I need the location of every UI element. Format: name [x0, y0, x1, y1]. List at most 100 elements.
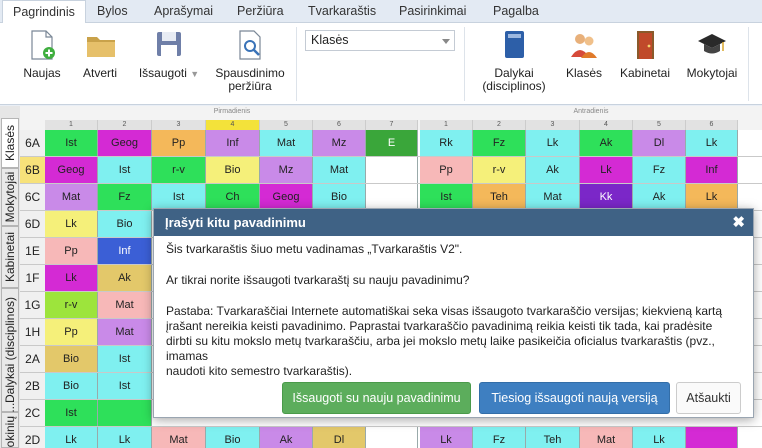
classes-button[interactable]: Klasės [563, 29, 605, 80]
lesson-card[interactable]: Lk [526, 130, 580, 156]
print-preview-button[interactable]: Spausdinimo peržiūra [213, 29, 287, 93]
menu-tab-help[interactable]: Pagalba [483, 0, 549, 23]
view-select[interactable]: Klasės [305, 30, 455, 51]
lesson-card[interactable]: Pp [45, 319, 98, 345]
lesson-card[interactable]: Ch [206, 184, 260, 210]
side-tab-teachers[interactable]: Mokytojai [1, 168, 19, 226]
class-row-label[interactable]: 1G [20, 292, 45, 319]
lesson-card[interactable]: Bio [206, 427, 260, 448]
lesson-card[interactable]: Lk [686, 130, 738, 156]
class-row-label[interactable]: 1F [20, 265, 45, 292]
lesson-card[interactable] [366, 157, 418, 183]
lesson-card[interactable] [366, 184, 418, 210]
lesson-card[interactable]: Ak [526, 157, 580, 183]
lesson-card[interactable]: Lk [686, 184, 738, 210]
lesson-card[interactable]: Ist [152, 184, 206, 210]
open-button[interactable]: Atverti [80, 29, 120, 80]
lesson-card[interactable]: Bio [45, 346, 98, 372]
lesson-card[interactable]: Lk [633, 427, 686, 448]
lesson-card[interactable]: Ak [580, 130, 633, 156]
lesson-card[interactable]: Bio [45, 373, 98, 399]
lesson-card[interactable]: Mat [98, 292, 152, 318]
menu-tab-home[interactable]: Pagrindinis [2, 0, 86, 24]
chevron-down-icon[interactable]: ▼ [190, 69, 199, 79]
lesson-card[interactable]: Ak [633, 184, 686, 210]
lesson-card[interactable]: Rk [420, 130, 473, 156]
save-new-version-button[interactable]: Tiesiog išsaugoti naują versiją [479, 382, 670, 414]
lesson-card[interactable]: Fz [633, 157, 686, 183]
lesson-card[interactable]: Pp [420, 157, 473, 183]
lesson-card[interactable]: Fz [98, 184, 152, 210]
lesson-card[interactable]: Inf [686, 157, 738, 183]
lesson-card[interactable]: Mat [526, 184, 580, 210]
lesson-card[interactable]: Ist [45, 130, 98, 156]
lesson-card[interactable]: Inf [206, 130, 260, 156]
teachers-button[interactable]: Mokytojai [684, 29, 740, 80]
class-row-label[interactable]: 6B [20, 157, 45, 184]
lesson-card[interactable]: Mat [98, 319, 152, 345]
class-row-label[interactable]: 2A [20, 346, 45, 373]
save-new-name-button[interactable]: Išsaugoti su nauju pavadinimu [282, 382, 471, 414]
class-row-label[interactable]: 1E [20, 238, 45, 265]
close-icon[interactable]: ✖ [732, 209, 745, 236]
lesson-card[interactable]: Ak [260, 427, 313, 448]
lesson-card[interactable]: Mat [260, 130, 313, 156]
class-row-label[interactable]: 2B [20, 373, 45, 400]
subjects-button[interactable]: Dalykai (disciplinos) [478, 29, 550, 93]
side-tab-subjects[interactable]: Dalykai (disciplinos) [1, 288, 19, 412]
lesson-card[interactable]: Lk [420, 427, 473, 448]
menu-tab-view[interactable]: Peržiūra [227, 0, 294, 23]
lesson-card[interactable]: Teh [473, 184, 526, 210]
lesson-card[interactable]: Teh [526, 427, 580, 448]
lesson-card[interactable]: Pp [45, 238, 98, 264]
class-row-label[interactable]: 2C [20, 400, 45, 427]
lesson-card[interactable]: Dl [633, 130, 686, 156]
lesson-card[interactable]: Lk [45, 265, 98, 291]
class-row-label[interactable]: 6C [20, 184, 45, 211]
lesson-card[interactable]: Ist [420, 184, 473, 210]
save-button[interactable]: Išsaugoti ▼ [134, 29, 204, 81]
lesson-card[interactable] [98, 400, 152, 426]
class-row-label[interactable]: 1H [20, 319, 45, 346]
lesson-card[interactable]: Mz [260, 157, 313, 183]
lesson-card[interactable]: Geog [260, 184, 313, 210]
side-tab-students[interactable]: Mokinių ... [1, 403, 19, 448]
lesson-card[interactable]: Mat [45, 184, 98, 210]
lesson-card[interactable]: Ak [98, 265, 152, 291]
lesson-card[interactable]: Dl [313, 427, 366, 448]
lesson-card[interactable]: Mat [313, 157, 366, 183]
lesson-card[interactable]: Pp [152, 130, 206, 156]
lesson-card[interactable]: Kk [580, 184, 633, 210]
class-row-label[interactable]: 2D [20, 427, 45, 448]
lesson-card[interactable]: Lk [98, 427, 152, 448]
class-row-label[interactable]: 6A [20, 130, 45, 157]
lesson-card[interactable]: Lk [580, 157, 633, 183]
lesson-card[interactable] [366, 427, 418, 448]
lesson-card[interactable]: Mat [152, 427, 206, 448]
side-tab-classes[interactable]: Klasės [1, 118, 19, 168]
lesson-card[interactable]: Inf [98, 238, 152, 264]
lesson-card[interactable]: Mz [313, 130, 366, 156]
lesson-card[interactable]: Geog [45, 157, 98, 183]
lesson-card[interactable]: r-v [45, 292, 98, 318]
lesson-card[interactable]: E [366, 130, 418, 156]
menu-tab-timetable[interactable]: Tvarkaraštis [298, 0, 386, 23]
lesson-card[interactable]: Lk [45, 211, 98, 237]
lesson-card[interactable]: r-v [152, 157, 206, 183]
lesson-card[interactable]: Bio [98, 211, 152, 237]
lesson-card[interactable]: r-v [473, 157, 526, 183]
lesson-card[interactable]: Bio [313, 184, 366, 210]
lesson-card[interactable] [686, 427, 738, 448]
menu-tab-options[interactable]: Pasirinkimai [389, 0, 476, 23]
side-tab-rooms[interactable]: Kabinetai [1, 226, 19, 288]
class-row-label[interactable]: 6D [20, 211, 45, 238]
rooms-button[interactable]: Kabinetai [619, 29, 671, 80]
lesson-card[interactable]: Geog [98, 130, 152, 156]
lesson-card[interactable]: Ist [98, 157, 152, 183]
lesson-card[interactable]: Mat [580, 427, 633, 448]
cancel-button[interactable]: Atšaukti [676, 382, 741, 414]
lesson-card[interactable]: Lk [45, 427, 98, 448]
lesson-card[interactable]: Fz [473, 427, 526, 448]
lesson-card[interactable]: Ist [98, 346, 152, 372]
new-button[interactable]: Naujas [20, 29, 64, 80]
